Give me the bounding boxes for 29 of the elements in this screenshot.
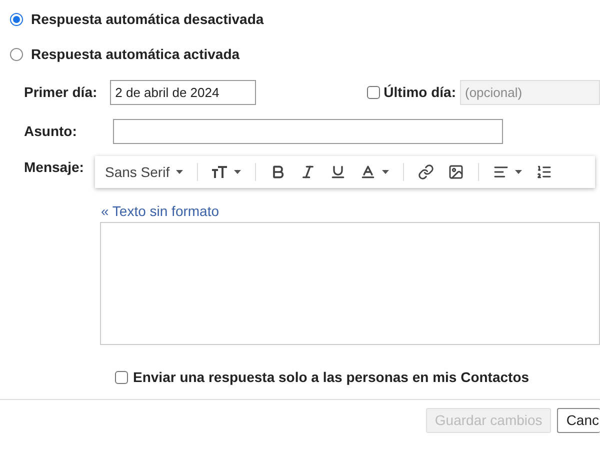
underline-icon[interactable] (330, 164, 346, 180)
plain-text-link[interactable]: « Texto sin formato (101, 201, 220, 222)
field-label: Primer día: (24, 83, 98, 102)
checkbox[interactable] (366, 86, 380, 99)
action-button[interactable]: Canc (557, 408, 600, 433)
date-field[interactable]: 2 de abril de 2024 (110, 80, 256, 105)
checkbox-label: Enviar una respuesta solo a las personas en mis Contactos (133, 368, 530, 387)
caret-icon (514, 170, 522, 174)
text-size-icon[interactable] (212, 166, 228, 178)
font-dropdown[interactable]: Sans Serif (105, 162, 183, 182)
field-label: Último día: (384, 83, 456, 102)
align-icon[interactable] (492, 164, 509, 180)
field-label: Mensaje: (24, 158, 85, 177)
image-icon[interactable] (448, 164, 464, 180)
radio-button[interactable] (10, 48, 23, 61)
subject-field[interactable] (113, 119, 503, 144)
caret-icon (176, 170, 183, 174)
numbered-list-icon[interactable] (536, 164, 552, 180)
italic-icon[interactable] (300, 164, 316, 180)
radio-label: Respuesta automática activada (31, 45, 240, 64)
radio-label: Respuesta automática desactivada (31, 10, 264, 29)
date-field[interactable]: (opcional) (460, 80, 600, 105)
link-icon[interactable] (418, 164, 434, 180)
field-label: Asunto: (24, 122, 78, 141)
radio-button[interactable] (10, 13, 23, 26)
checkbox[interactable] (115, 371, 128, 384)
caret-icon (234, 170, 241, 174)
caret-icon (382, 170, 389, 174)
text-color-icon[interactable] (360, 164, 376, 180)
